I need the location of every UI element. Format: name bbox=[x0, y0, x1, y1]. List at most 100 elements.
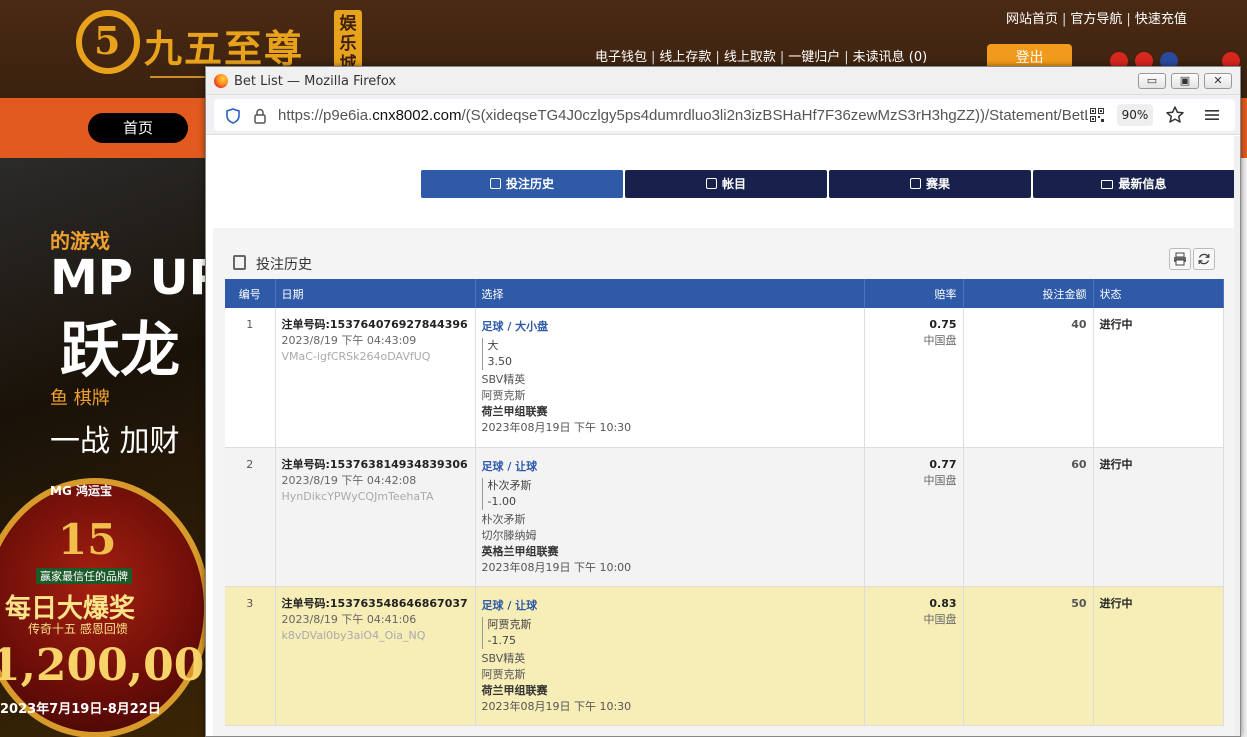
tab-account[interactable]: 帐目 bbox=[625, 170, 827, 198]
cell-odds: 0.77 中国盘 bbox=[864, 447, 964, 587]
header-status: 状态 bbox=[1093, 279, 1224, 308]
handicap-line: -1.00 bbox=[487, 494, 516, 508]
bet-time: 2023/8/19 下午 04:41:06 bbox=[281, 612, 417, 626]
minimize-button[interactable]: ▭ bbox=[1138, 73, 1166, 89]
kickoff-time: 2023年08月19日 下午 10:30 bbox=[481, 421, 632, 434]
cell-status: 进行中 bbox=[1093, 447, 1224, 587]
banner-fight-text: 一战 加财 bbox=[50, 424, 180, 459]
odds-value: 0.83 bbox=[929, 596, 957, 610]
cell-no: 1 bbox=[225, 308, 276, 448]
away-team: 阿贾克斯 bbox=[481, 667, 526, 681]
pick: 朴次矛斯 bbox=[487, 478, 532, 492]
ledger-icon bbox=[705, 178, 717, 189]
cell-status: 进行中 bbox=[1093, 586, 1224, 726]
cell-amount: 60 bbox=[963, 447, 1094, 587]
market-type: 足球 / 大小盘 bbox=[481, 320, 549, 333]
page-content: 投注历史 帐目 赛果 最新信息 投注历史 编号 日期 选择 赔率 投注金额 状态… bbox=[206, 136, 1240, 736]
pick-box: 阿贾克斯 -1.75 bbox=[481, 616, 858, 649]
nav-home-button[interactable]: 首页 bbox=[88, 113, 188, 143]
window-titlebar[interactable]: Bet List — Mozilla Firefox ▭ ▣ ✕ bbox=[206, 67, 1240, 95]
bet-time: 2023/8/19 下午 04:43:09 bbox=[281, 334, 417, 347]
scrollbar[interactable] bbox=[1234, 136, 1240, 736]
home-team: SBV精英 bbox=[481, 373, 526, 386]
cell-selection: 足球 / 大小盘 大 3.50 SBV精英 阿贾克斯 荷兰甲组联赛 2023年0… bbox=[475, 308, 865, 448]
cell-date: 注单号码:153764076927844396 2023/8/19 下午 04:… bbox=[275, 308, 476, 448]
market-type: 足球 / 让球 bbox=[481, 459, 538, 473]
link-wallet[interactable]: 电子钱包 bbox=[595, 50, 647, 65]
separator: | bbox=[844, 50, 849, 65]
tab-latest-info[interactable]: 最新信息 bbox=[1033, 170, 1235, 198]
refresh-button[interactable] bbox=[1193, 248, 1215, 270]
cell-no: 3 bbox=[225, 586, 276, 726]
url-path: /(S(xideqseTG4J0czlgy5ps4dumrdluo3li2n3i… bbox=[461, 107, 1088, 124]
lock-icon[interactable] bbox=[254, 108, 266, 124]
page-edge bbox=[1241, 158, 1247, 737]
zoom-level[interactable]: 90% bbox=[1117, 104, 1153, 126]
separator: | bbox=[1126, 12, 1131, 27]
odds-type: 中国盘 bbox=[923, 334, 957, 347]
close-window-button[interactable]: ✕ bbox=[1204, 73, 1232, 89]
firefox-icon bbox=[214, 74, 228, 88]
refresh-icon bbox=[1198, 253, 1210, 265]
separator: | bbox=[715, 50, 720, 65]
site-account-links: 电子钱包 | 线上存款 | 线上取款 | 一键归户 | 未读讯息 (0) bbox=[595, 46, 927, 65]
banner-jump-text: MP UP bbox=[50, 250, 224, 306]
url-domain: cnx8002.com bbox=[372, 107, 462, 124]
link-withdraw[interactable]: 线上取款 bbox=[724, 50, 776, 65]
ticket-number: 注单号码:153763548646867037 bbox=[281, 596, 468, 610]
odds-value: 0.75 bbox=[929, 318, 957, 331]
top-link-recharge[interactable]: 快速充值 bbox=[1135, 12, 1187, 27]
table-header-row: 编号 日期 选择 赔率 投注金额 状态 bbox=[225, 279, 1224, 308]
header-selection: 选择 bbox=[475, 279, 865, 308]
pick-box: 大 3.50 bbox=[481, 338, 858, 370]
tab-label: 帐目 bbox=[721, 177, 746, 191]
top-link-nav[interactable]: 官方导航 bbox=[1070, 12, 1122, 27]
odds-type: 中国盘 bbox=[923, 473, 957, 487]
site-top-links: 网站首页 | 官方导航 | 快速充值 bbox=[1006, 8, 1187, 27]
link-deposit[interactable]: 线上存款 bbox=[659, 50, 711, 65]
bookmark-star-icon[interactable] bbox=[1165, 105, 1185, 125]
table-row: 3 注单号码:153763548646867037 2023/8/19 下午 0… bbox=[225, 586, 1224, 726]
home-team: SBV精英 bbox=[481, 651, 526, 665]
league: 荷兰甲组联赛 bbox=[481, 405, 548, 418]
table-row: 1 注单号码:153764076927844396 2023/8/19 下午 0… bbox=[225, 308, 1224, 448]
tab-label: 投注历史 bbox=[505, 177, 554, 191]
window-title: Bet List — Mozilla Firefox bbox=[234, 74, 397, 89]
top-link-home[interactable]: 网站首页 bbox=[1006, 12, 1058, 27]
receipt-icon bbox=[489, 178, 501, 189]
cell-amount: 50 bbox=[963, 586, 1094, 726]
printer-icon bbox=[1174, 252, 1186, 266]
cell-date: 注单号码:153763548646867037 2023/8/19 下午 04:… bbox=[275, 586, 476, 726]
home-team: 朴次矛斯 bbox=[481, 512, 526, 526]
away-team: 阿贾克斯 bbox=[481, 389, 526, 402]
league: 英格兰甲组联赛 bbox=[481, 544, 559, 558]
qr-code-icon[interactable] bbox=[1090, 108, 1104, 122]
bet-reference: k8vDVal0by3aiO4_Oia_NQ bbox=[281, 628, 426, 642]
cell-amount: 40 bbox=[963, 308, 1094, 448]
jackpot-amount: 1,200,000 bbox=[0, 640, 235, 691]
away-team: 切尔滕纳姆 bbox=[481, 528, 537, 542]
maximize-button[interactable]: ▣ bbox=[1171, 73, 1199, 89]
mg-logo: MG 鸿运宝 bbox=[50, 484, 112, 498]
print-button[interactable] bbox=[1169, 248, 1191, 270]
separator: | bbox=[1062, 12, 1067, 27]
tab-results[interactable]: 赛果 bbox=[829, 170, 1031, 198]
url-text[interactable]: https://p9e6ia.cnx8002.com/(S(xideqseTG4… bbox=[278, 107, 1088, 124]
table-row: 2 注单号码:153763814934839306 2023/8/19 下午 0… bbox=[225, 447, 1224, 587]
address-bar[interactable]: https://p9e6ia.cnx8002.com/(S(xideqseTG4… bbox=[214, 99, 1235, 131]
shield-icon[interactable] bbox=[226, 108, 240, 124]
hamburger-menu-icon[interactable] bbox=[1204, 107, 1220, 123]
site-logo-text[interactable]: 九五至尊 bbox=[144, 18, 304, 73]
receipt-icon bbox=[233, 255, 246, 270]
kickoff-time: 2023年08月19日 下午 10:30 bbox=[481, 699, 632, 713]
link-messages[interactable]: 未读讯息 (0) bbox=[853, 50, 928, 65]
cell-odds: 0.83 中国盘 bbox=[864, 586, 964, 726]
pick: 大 bbox=[487, 339, 499, 352]
banner-fish-text: 鱼 棋牌 bbox=[50, 388, 110, 409]
odds-value: 0.77 bbox=[929, 457, 957, 471]
site-logo-tag: 娱乐城 bbox=[334, 10, 362, 74]
logout-button[interactable]: 登出 bbox=[987, 44, 1072, 68]
link-consolidate[interactable]: 一键归户 bbox=[788, 50, 840, 65]
tab-bet-history[interactable]: 投注历史 bbox=[421, 170, 623, 198]
statement-tabs: 投注历史 帐目 赛果 最新信息 bbox=[421, 170, 1235, 198]
